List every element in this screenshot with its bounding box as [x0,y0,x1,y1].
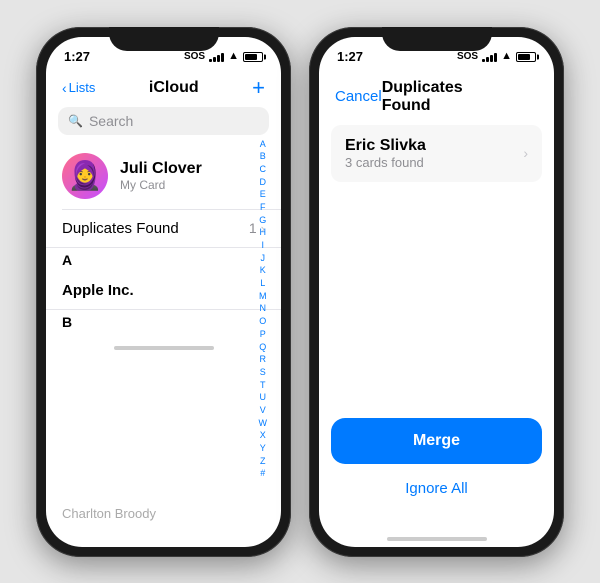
battery-icon-1 [243,52,263,62]
bar3 [217,55,220,62]
my-card-1[interactable]: 🧕 Juli Clover My Card [46,143,281,209]
alpha-p[interactable]: P [259,329,268,341]
alpha-d[interactable]: D [259,177,268,189]
nav-title-1: iCloud [149,79,199,97]
nav-back-label-1[interactable]: Lists [69,80,96,95]
status-icons-1: SOS ▲ [184,51,263,62]
sos-label-1: SOS [184,51,205,62]
alpha-m[interactable]: M [259,291,268,303]
bottom-indicator-1 [46,334,281,356]
alpha-y[interactable]: Y [259,443,268,455]
screen-content-2: Cancel Duplicates Found Eric Slivka 3 ca… [319,73,554,547]
alpha-r[interactable]: R [259,354,268,366]
alpha-z[interactable]: Z [259,456,268,468]
dup-name-2: Eric Slivka [345,137,426,155]
dup-info-2: Eric Slivka 3 cards found [345,137,426,170]
notch-1 [109,27,219,51]
alpha-e[interactable]: E [259,189,268,201]
phone-1: 1:27 SOS ▲ [36,27,291,557]
p2-header: Cancel Duplicates Found [319,73,554,125]
status-icons-2: SOS ▲ [457,51,536,62]
status-time-1: 1:27 [64,49,90,64]
alpha-u[interactable]: U [259,392,268,404]
duplicate-row-2[interactable]: Eric Slivka 3 cards found › [331,125,542,182]
alpha-index-1: A B C D E F G H I J K L M N O P Q [259,139,268,481]
alpha-v[interactable]: V [259,405,268,417]
search-bar-1[interactable]: 🔍 Search [58,107,269,135]
alpha-b[interactable]: B [259,151,268,163]
avatar-emoji-1: 🧕 [68,162,103,190]
search-placeholder-1: Search [89,113,133,129]
bar1 [209,59,212,62]
screen-1: 1:27 SOS ▲ [46,37,281,547]
battery-fill-2 [518,54,530,60]
apple-inc-row[interactable]: Apple Inc. [46,272,281,310]
section-header-a-1: A [46,248,281,272]
bar1-p2 [482,59,485,62]
alpha-c[interactable]: C [259,164,268,176]
alpha-t[interactable]: T [259,380,268,392]
phone-2: 1:27 SOS ▲ [309,27,564,557]
alpha-l[interactable]: L [259,278,268,290]
alpha-w[interactable]: W [259,418,268,430]
signal-bars-2 [482,52,497,62]
cancel-button-2[interactable]: Cancel [335,88,382,105]
nav-bar-1: ‹ Lists iCloud + [46,73,281,107]
nav-back-1[interactable]: ‹ Lists [62,80,95,96]
battery-fill-1 [245,54,257,60]
bar4-p2 [494,53,497,62]
page-title-2: Duplicates Found [382,79,496,115]
alpha-o[interactable]: O [259,316,268,328]
dup-chevron-icon-2: › [523,145,528,161]
sos-label-2: SOS [457,51,478,62]
bar2 [213,57,216,62]
duplicates-badge-1: 1 [249,220,257,236]
phones-container: 1:27 SOS ▲ [36,27,564,557]
alpha-i[interactable]: I [259,240,268,252]
alpha-k[interactable]: K [259,266,268,278]
alpha-h[interactable]: H [259,228,268,240]
alpha-n[interactable]: N [259,304,268,316]
screen-2: 1:27 SOS ▲ [319,37,554,547]
alpha-f[interactable]: F [259,202,268,214]
bar3-p2 [490,55,493,62]
contact-subtitle-1: My Card [120,178,202,192]
apple-inc-label: Apple Inc. [62,282,134,299]
alpha-g[interactable]: G [259,215,268,227]
notch-2 [382,27,492,51]
bar4 [221,53,224,62]
alpha-a[interactable]: A [259,139,268,151]
add-button-1[interactable]: + [252,77,265,99]
dup-count-2: 3 cards found [345,155,426,170]
battery-icon-2 [516,52,536,62]
alpha-x[interactable]: X [259,431,268,443]
wifi-icon-2: ▲ [501,51,512,62]
back-chevron-icon-1: ‹ [62,80,67,96]
wifi-icon-1: ▲ [228,51,239,62]
signal-bars-1 [209,52,224,62]
merge-button[interactable]: Merge [331,418,542,464]
duplicates-row-1[interactable]: Duplicates Found 1 › [46,210,281,248]
alpha-s[interactable]: S [259,367,268,379]
duplicates-label-1: Duplicates Found [62,220,179,237]
search-icon-1: 🔍 [68,114,83,128]
status-time-2: 1:27 [337,49,363,64]
ignore-all-button[interactable]: Ignore All [331,476,542,501]
bottom-actions-2: Merge Ignore All [319,418,554,525]
contact-info-1: Juli Clover My Card [120,160,202,192]
contact-name-1: Juli Clover [120,160,202,178]
screen-content-1: ‹ Lists iCloud + 🔍 Search 🧕 [46,73,281,547]
bottom-name-1: Charlton Broody [62,506,156,521]
avatar-1: 🧕 [62,153,108,199]
section-header-b-1: B [46,310,281,334]
alpha-q[interactable]: Q [259,342,268,354]
home-bar-1 [114,346,214,350]
bar2-p2 [486,57,489,62]
home-bar-2 [387,537,487,541]
bottom-indicator-2 [319,525,554,547]
alpha-j[interactable]: J [259,253,268,265]
alpha-hash[interactable]: # [259,469,268,481]
